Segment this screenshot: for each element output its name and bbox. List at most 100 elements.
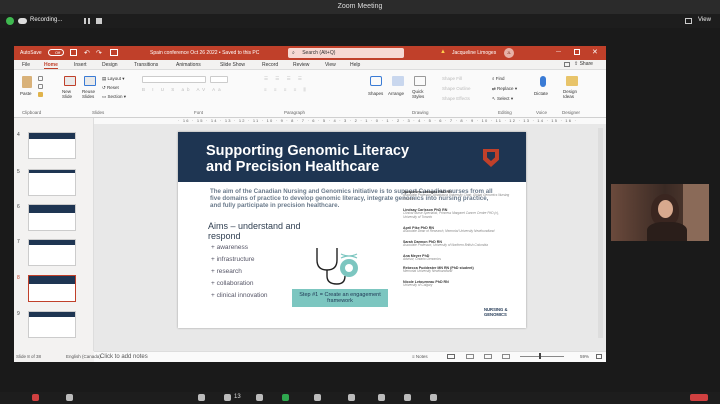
end-meeting-button[interactable]	[690, 394, 708, 401]
minimize-icon[interactable]: —	[556, 49, 561, 55]
font-name-box[interactable]	[142, 76, 206, 83]
record-icon[interactable]	[314, 394, 321, 401]
mute-icon[interactable]	[32, 394, 39, 401]
security-icon[interactable]	[198, 394, 205, 401]
current-slide[interactable]: Supporting Genomic Literacy and Precisio…	[178, 132, 526, 328]
autosave-toggle[interactable]: Off	[48, 49, 64, 56]
cut-icon[interactable]	[38, 76, 43, 81]
find-button[interactable]: ⌕ Find	[492, 76, 505, 81]
format-painter-icon[interactable]	[38, 92, 43, 97]
slide-thumbnail-8[interactable]	[28, 275, 76, 302]
slide-title-line1: Supporting Genomic Literacy	[206, 143, 410, 159]
recording-label: Recording...	[30, 17, 63, 23]
sorter-view-icon[interactable]	[466, 354, 474, 359]
tab-record[interactable]: Record	[262, 62, 278, 68]
paste-icon[interactable]	[22, 76, 32, 88]
present-icon[interactable]	[110, 49, 118, 56]
design-ideas-button[interactable]: Design Ideas	[563, 89, 583, 99]
replace-button[interactable]: ⇄ Replace ▾	[492, 86, 517, 92]
undo-icon[interactable]: ↶	[84, 49, 90, 57]
tab-file[interactable]: File	[22, 62, 30, 68]
reset-button[interactable]: ↺ Reset	[102, 85, 119, 91]
apps-icon[interactable]	[378, 394, 385, 401]
copy-icon[interactable]	[38, 84, 43, 89]
font-format-icons[interactable]: B I U S ab AV Aa	[142, 87, 224, 92]
reuse-slides-icon[interactable]	[84, 76, 96, 86]
participants-icon[interactable]	[224, 394, 231, 401]
quick-styles-button[interactable]: Quick Styles	[412, 89, 430, 99]
close-icon[interactable]: ✕	[592, 48, 598, 56]
dictate-button[interactable]: Dictate	[534, 91, 548, 96]
team-member: Lindsay Carlsson PhD RN Clinical Nurse Sp…	[403, 208, 513, 219]
arrange-button[interactable]: Arrange	[388, 91, 404, 96]
new-slide-button[interactable]: New Slide	[62, 89, 78, 99]
slide-thumbnail-6[interactable]	[28, 204, 76, 231]
tab-design[interactable]: Design	[102, 62, 118, 68]
member-role: Advisor, Ontario Genomics	[403, 257, 441, 261]
reuse-slides-button[interactable]: Reuse Slides	[82, 89, 100, 99]
more-icon[interactable]	[430, 394, 437, 401]
slide-thumbnail-7[interactable]	[28, 239, 76, 266]
share-screen-icon[interactable]	[282, 394, 289, 401]
reactions-icon[interactable]	[348, 394, 355, 401]
user-name[interactable]: Jacqueline Limoges	[452, 50, 496, 56]
save-icon[interactable]	[70, 49, 77, 56]
redo-icon[interactable]: ↷	[96, 49, 102, 57]
tab-transitions[interactable]: Transitions	[134, 62, 158, 68]
restore-icon[interactable]	[574, 49, 580, 55]
avatar[interactable]: JL	[504, 48, 514, 58]
microphone-icon[interactable]	[540, 76, 546, 87]
section-button[interactable]: ▭ Section ▾	[102, 94, 126, 100]
tab-home[interactable]: Home	[44, 62, 58, 69]
share-button[interactable]: ⇪ Share	[574, 61, 593, 67]
chat-icon[interactable]	[256, 394, 263, 401]
grid-view-icon[interactable]	[685, 18, 692, 24]
zoom-slider-thumb[interactable]	[539, 353, 541, 359]
search-box[interactable]: ⌕ Search (Alt+Q)	[288, 48, 404, 58]
shapes-icon[interactable]	[370, 76, 382, 86]
select-button[interactable]: ↖ Select ▾	[492, 96, 513, 102]
slideshow-view-icon[interactable]	[502, 354, 510, 359]
shape-effects-button[interactable]: Shape Effects	[442, 96, 470, 101]
video-icon[interactable]	[66, 394, 73, 401]
zoom-slider[interactable]	[520, 356, 564, 357]
tab-slide-show[interactable]: Slide Show	[220, 62, 245, 68]
comments-icon[interactable]	[564, 62, 570, 67]
shape-outline-button[interactable]: Shape Outline	[442, 86, 471, 91]
slide-thumbnail-5[interactable]	[28, 169, 76, 196]
paragraph-icons[interactable]: ☰ ☰ ☰ ☰	[264, 76, 305, 82]
pause-recording-icon[interactable]	[84, 18, 90, 24]
shapes-button[interactable]: Shapes	[368, 91, 383, 96]
new-slide-icon[interactable]	[64, 76, 76, 86]
tab-review[interactable]: Review	[293, 62, 309, 68]
normal-view-icon[interactable]	[447, 354, 455, 359]
arrange-icon[interactable]	[392, 76, 404, 86]
tab-view[interactable]: View	[325, 62, 336, 68]
reading-view-icon[interactable]	[484, 354, 492, 359]
notes-button[interactable]: ≡ Notes	[412, 354, 428, 359]
quick-styles-icon[interactable]	[414, 76, 426, 86]
tab-insert[interactable]: Insert	[74, 62, 87, 68]
font-size-box[interactable]	[210, 76, 228, 83]
participant-shoulders	[647, 222, 687, 241]
stop-recording-icon[interactable]	[96, 18, 102, 24]
view-button[interactable]: View	[698, 17, 711, 23]
tab-help[interactable]: Help	[350, 62, 360, 68]
tab-animations[interactable]: Animations	[176, 62, 201, 68]
whiteboard-icon[interactable]	[404, 394, 411, 401]
align-icons[interactable]: ≡ ≡ ≡ ≡ ⫼	[264, 87, 309, 92]
design-ideas-icon[interactable]	[566, 76, 578, 86]
notes-icon: ≡	[412, 354, 415, 359]
section-icon: ▭	[102, 94, 107, 99]
layout-button[interactable]: ▤ Layout ▾	[102, 76, 125, 82]
autosave-state: Off	[55, 50, 61, 55]
fit-to-window-icon[interactable]	[596, 354, 602, 359]
shape-fill-button[interactable]: Shape Fill	[442, 76, 462, 81]
paste-button[interactable]: Paste	[20, 91, 32, 96]
slide-thumbnail-9[interactable]	[28, 311, 76, 338]
participant-video[interactable]	[611, 184, 709, 241]
thumb-number: 4	[17, 132, 20, 138]
slide-thumbnail-4[interactable]	[28, 132, 76, 159]
vertical-scrollbar[interactable]	[598, 128, 603, 338]
zoom-top-bar: Recording... View	[0, 14, 720, 28]
